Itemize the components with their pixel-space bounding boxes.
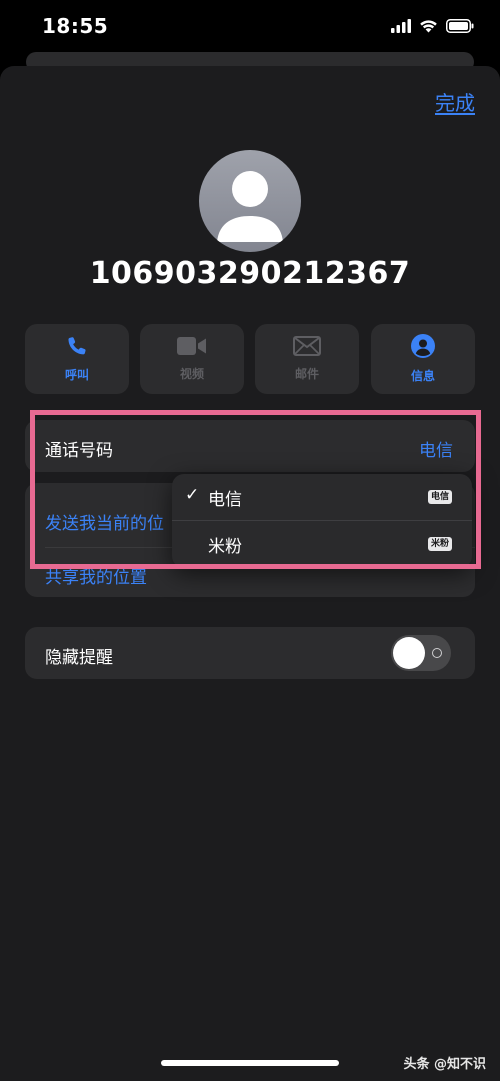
video-button[interactable]: 视频 [140, 324, 244, 394]
hide-alerts-toggle[interactable] [391, 635, 451, 671]
mail-button[interactable]: 邮件 [255, 324, 359, 394]
home-indicator[interactable] [161, 1060, 339, 1066]
phone-icon [66, 335, 88, 361]
cellular-signal-icon [391, 18, 411, 37]
hide-alerts-label: 隐藏提醒 [45, 648, 113, 668]
message-button[interactable]: 信息 [371, 324, 475, 394]
status-bar: 18:55 [0, 0, 500, 56]
video-icon [177, 336, 207, 360]
message-label: 信息 [410, 369, 435, 383]
mail-label: 邮件 [294, 367, 319, 381]
highlight-annotation [30, 410, 481, 569]
mail-icon [293, 336, 321, 360]
message-icon [411, 334, 435, 362]
watermark: 头条 @知不识 [403, 1057, 486, 1072]
toggle-knob [393, 637, 425, 669]
wifi-icon [419, 18, 438, 37]
call-button[interactable]: 呼叫 [25, 324, 129, 394]
battery-icon [446, 18, 474, 37]
screen: 18:55 完成 106903290212367 呼叫 视频 邮件 信息 通话号… [0, 0, 500, 1081]
action-bar: 呼叫 视频 邮件 信息 [25, 324, 475, 394]
person-icon [217, 171, 283, 242]
done-button[interactable]: 完成 [435, 87, 475, 116]
video-label: 视频 [179, 367, 204, 381]
contact-phone-number: 106903290212367 [89, 256, 411, 291]
call-label: 呼叫 [64, 368, 89, 382]
avatar [199, 150, 301, 252]
toggle-off-icon [432, 648, 442, 658]
status-icons [391, 18, 474, 37]
hide-alerts-row: 隐藏提醒 [25, 627, 475, 679]
status-time: 18:55 [42, 14, 109, 38]
